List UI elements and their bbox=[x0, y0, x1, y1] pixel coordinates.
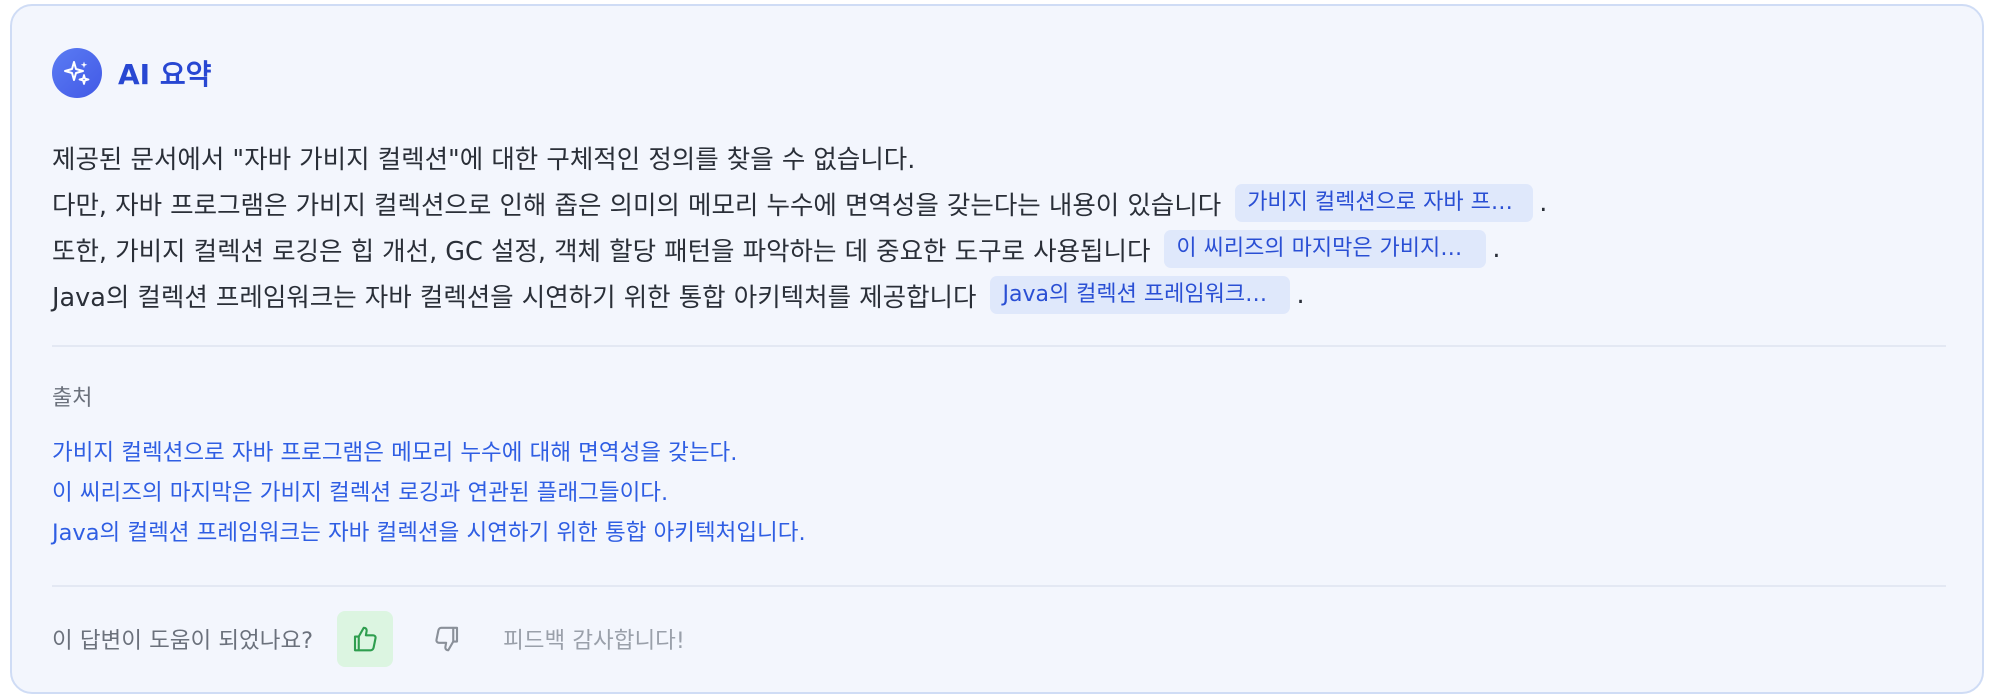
summary-text: Java의 컬렉션 프레임워크는 자바 컬렉션을 시연하기 위한 통합 아키텍처… bbox=[52, 282, 977, 313]
sentence-end: . bbox=[1492, 234, 1501, 264]
sources-list: 가비지 컬렉션으로 자바 프로그램은 메모리 누수에 대해 면역성을 갖는다. … bbox=[52, 433, 1942, 553]
source-link[interactable]: Java의 컬렉션 프레임워크는 자바 컬렉션을 시연하기 위한 통합 아키텍처… bbox=[52, 513, 1942, 553]
sources-heading: 출처 bbox=[52, 386, 93, 411]
citation-chip[interactable]: 가비지 컬렉션으로 자바 프로… bbox=[1235, 184, 1534, 222]
sentence-end: . bbox=[1539, 188, 1548, 218]
sparkles-icon bbox=[52, 48, 102, 98]
summary-header: AI 요약 bbox=[52, 48, 1942, 98]
divider bbox=[52, 585, 1946, 587]
thumbs-down-button[interactable] bbox=[419, 611, 475, 667]
source-link[interactable]: 이 씨리즈의 마지막은 가비지 컬렉션 로깅과 연관된 플래그들이다. bbox=[52, 473, 1942, 513]
ai-summary-card: AI 요약 제공된 문서에서 "자바 가비지 컬렉션"에 대한 구체적인 정의를… bbox=[10, 4, 1984, 694]
citation-chip[interactable]: Java의 컬렉션 프레임워크… bbox=[990, 276, 1291, 314]
sentence-end: . bbox=[1296, 280, 1305, 310]
thumbs-up-button[interactable] bbox=[337, 611, 394, 667]
summary-text: 다만, 자바 프로그램은 가비지 컬렉션으로 인해 좁은 의미의 메모리 누수에… bbox=[52, 190, 1222, 221]
feedback-thanks: 피드백 감사합니다! bbox=[503, 628, 685, 654]
thumbs-down-icon bbox=[435, 626, 459, 652]
thumbs-up-icon bbox=[354, 626, 377, 652]
summary-line: 또한, 가비지 컬렉션 로깅은 힙 개선, GC 설정, 객체 할당 패턴을 파… bbox=[52, 226, 1942, 272]
source-link[interactable]: 가비지 컬렉션으로 자바 프로그램은 메모리 누수에 대해 면역성을 갖는다. bbox=[52, 433, 1942, 473]
summary-title: AI 요약 bbox=[118, 58, 212, 91]
summary-line: Java의 컬렉션 프레임워크는 자바 컬렉션을 시연하기 위한 통합 아키텍처… bbox=[52, 272, 1942, 318]
divider bbox=[52, 345, 1946, 347]
summary-line: 다만, 자바 프로그램은 가비지 컬렉션으로 인해 좁은 의미의 메모리 누수에… bbox=[52, 180, 1942, 226]
feedback-question: 이 답변이 도움이 되었나요? bbox=[52, 628, 314, 654]
summary-body: 제공된 문서에서 "자바 가비지 컬렉션"에 대한 구체적인 정의를 찾을 수 … bbox=[52, 134, 1942, 318]
feedback-bar: 이 답변이 도움이 되었나요? 피드백 감사합니다! bbox=[52, 611, 1942, 667]
summary-text: 제공된 문서에서 "자바 가비지 컬렉션"에 대한 구체적인 정의를 찾을 수 … bbox=[52, 144, 916, 175]
summary-text: 또한, 가비지 컬렉션 로깅은 힙 개선, GC 설정, 객체 할당 패턴을 파… bbox=[52, 236, 1151, 267]
summary-line: 제공된 문서에서 "자바 가비지 컬렉션"에 대한 구체적인 정의를 찾을 수 … bbox=[52, 134, 1942, 180]
citation-chip[interactable]: 이 씨리즈의 마지막은 가비지… bbox=[1164, 230, 1487, 268]
